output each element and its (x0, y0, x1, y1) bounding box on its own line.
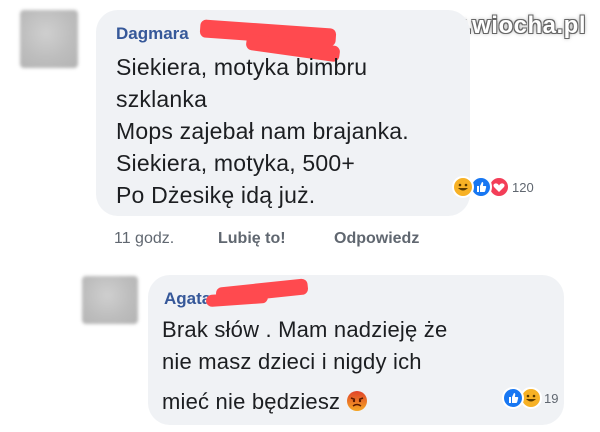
comment-text: mieć nie będziesz (162, 389, 341, 414)
avatar[interactable] (82, 276, 138, 324)
comment-text-line: nie masz dzieci i nigdy ich (162, 349, 422, 374)
comment-text-line: Po Dżesikę idą już. (116, 182, 316, 208)
comment-timestamp[interactable]: 11 godz. (114, 230, 174, 248)
comment-author[interactable]: Dagmara (116, 24, 189, 44)
reaction-count[interactable]: 19 (544, 391, 558, 406)
comment-text-line: Mops zajebał nam brajanka. (116, 118, 409, 144)
haha-icon[interactable] (452, 176, 474, 198)
comment-text-line: Siekiera, motyka, 500+ (116, 150, 355, 176)
reaction-count[interactable]: 120 (512, 180, 534, 195)
comment-bubble: Agata Brak słów . Mam nadzieję że nie ma… (148, 275, 564, 425)
comment-text-line: mieć nie będziesz (162, 389, 368, 415)
comment-text-line: szklanka (116, 86, 208, 112)
comment-author[interactable]: Agata (164, 289, 211, 309)
avatar[interactable] (20, 10, 78, 68)
comment-bubble: Dagmara Siekiera, motyka bimbru szklanka… (96, 10, 534, 216)
angry-emoji-icon (346, 390, 368, 412)
comment-text-line: Siekiera, motyka bimbru (116, 54, 368, 80)
like-button[interactable]: Lubię to! (218, 230, 286, 248)
reply-button[interactable]: Odpowiedz (334, 230, 419, 248)
comment-text-line: Brak słów . Mam nadzieję że (162, 317, 448, 342)
like-icon[interactable] (502, 387, 524, 409)
